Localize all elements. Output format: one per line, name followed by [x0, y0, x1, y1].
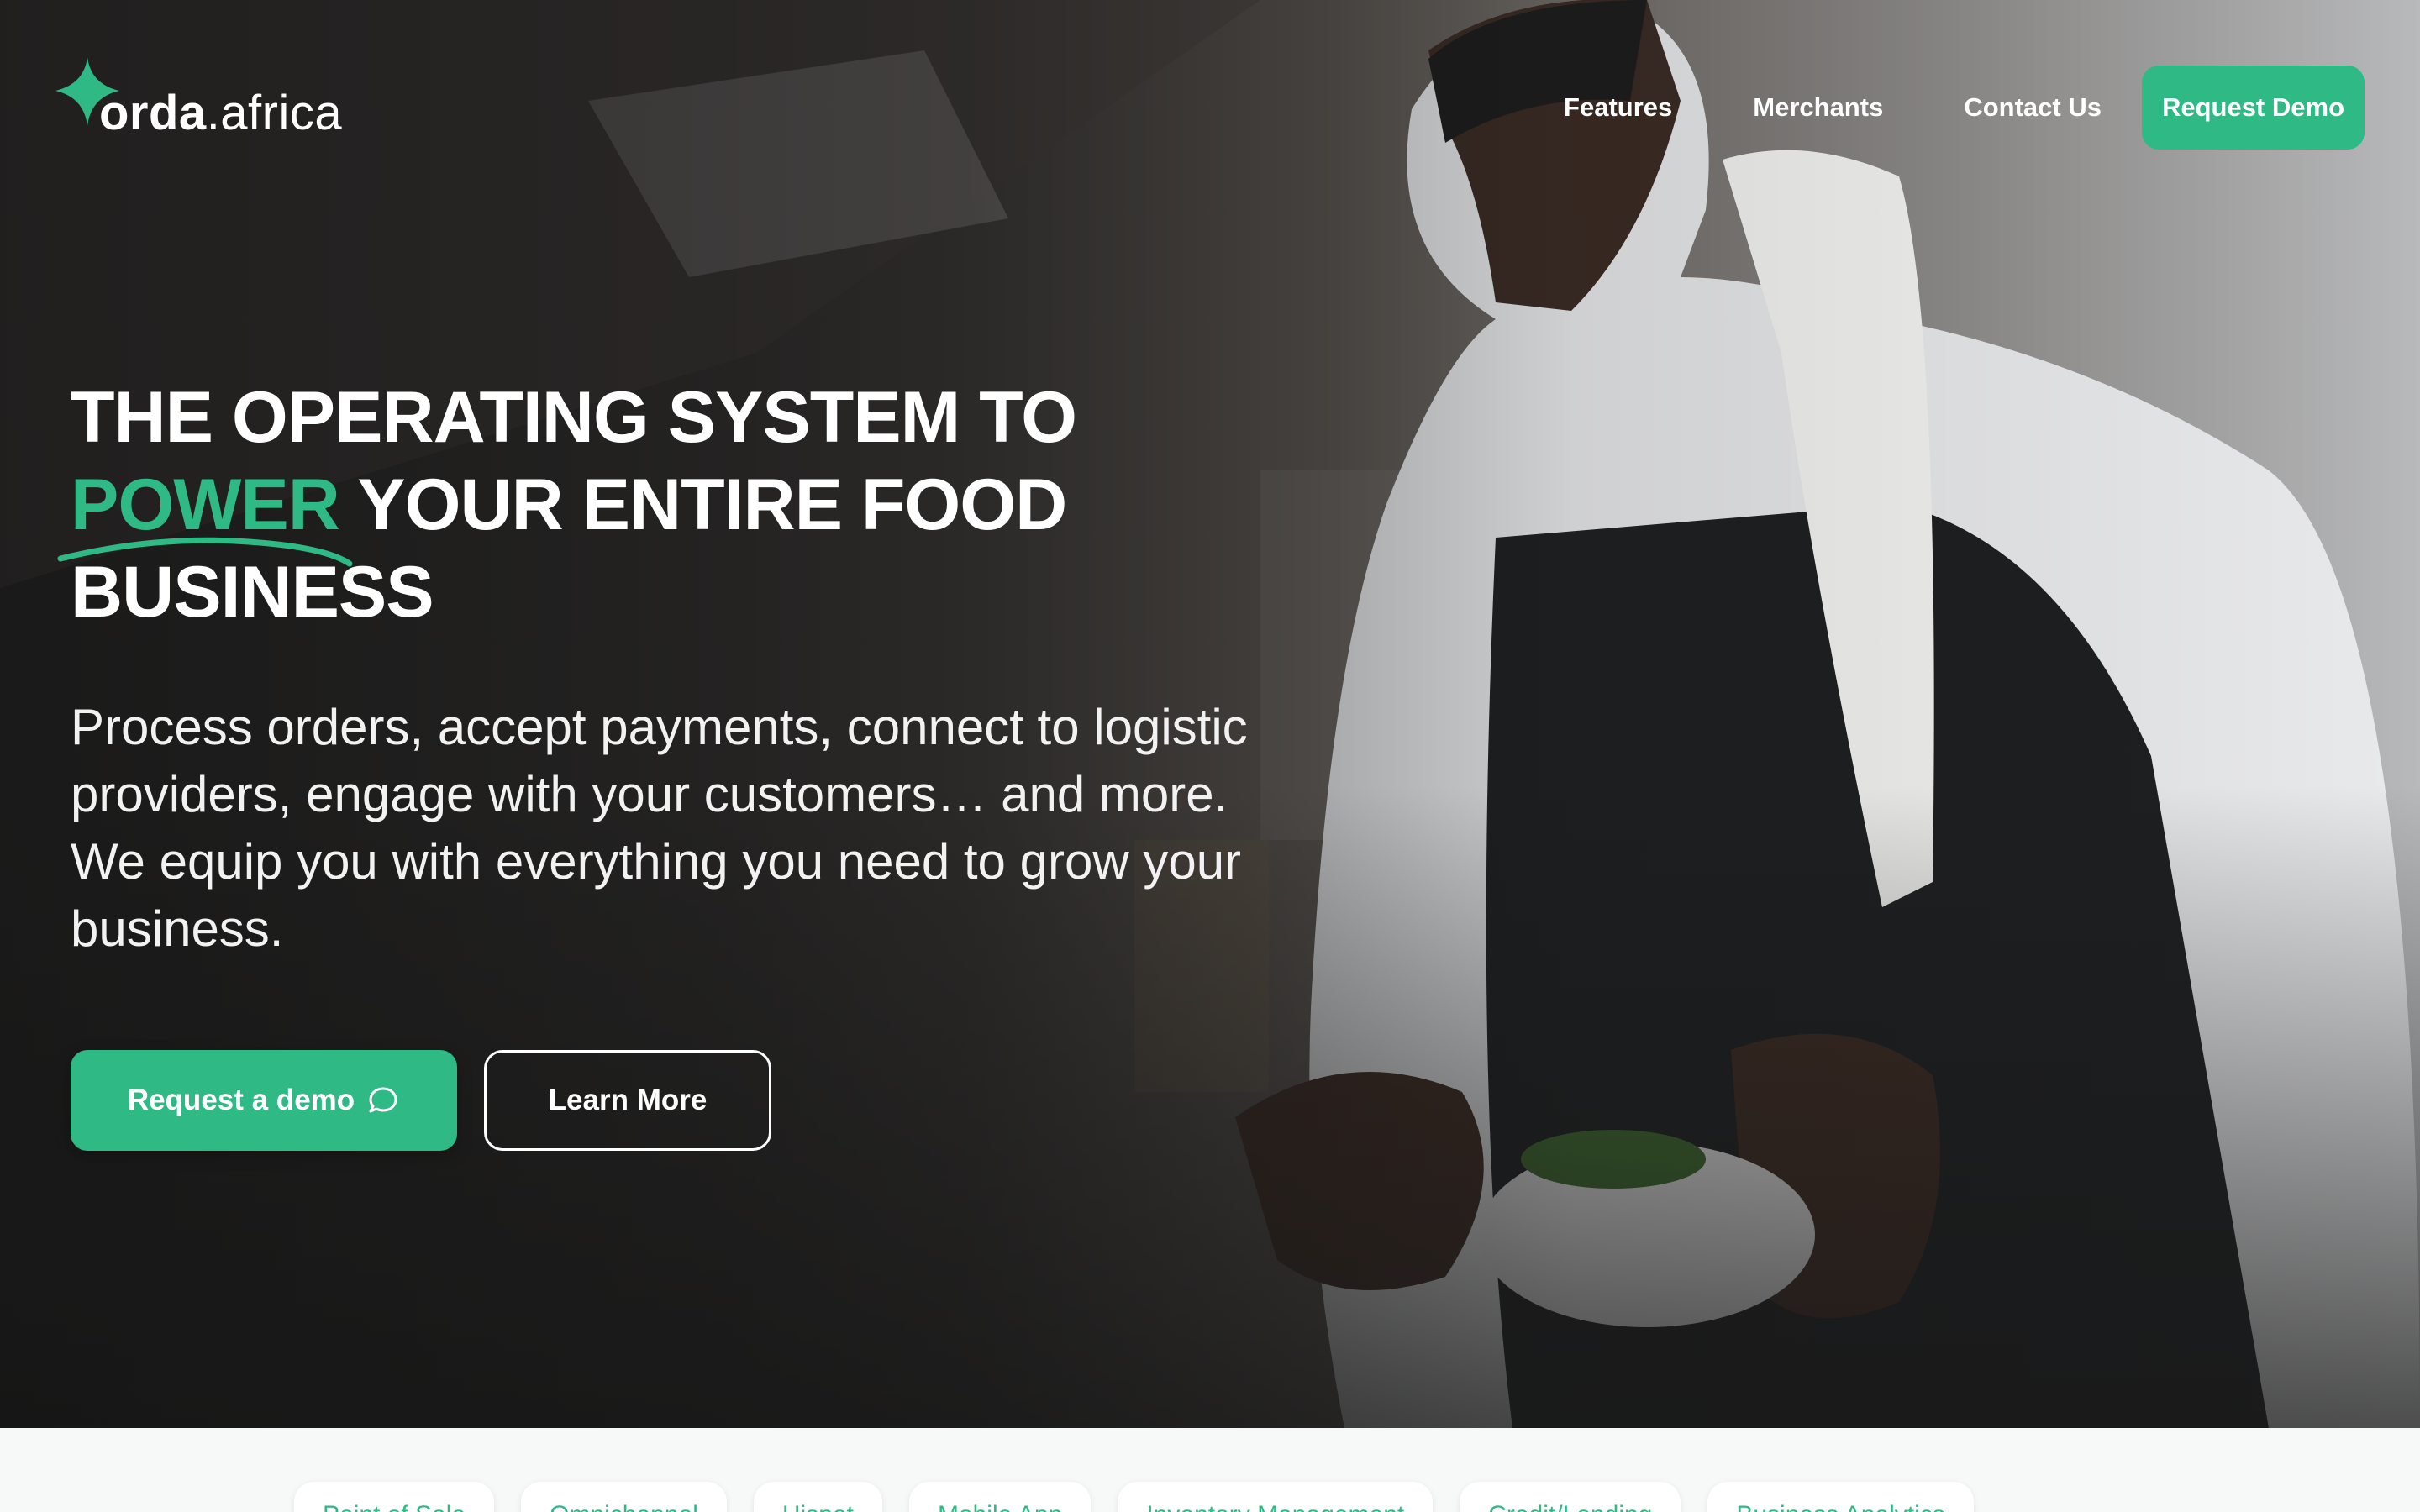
hero-headline: THE OPERATING SYSTEM TO POWER YOUR ENTIR… [57, 374, 1247, 636]
feature-tab[interactable]: Credit/Lending [1460, 1482, 1681, 1512]
request-a-demo-label: Request a demo [127, 1084, 355, 1116]
nav-link-contact-us[interactable]: Contact Us [1964, 92, 2102, 123]
hero-section: orda.africa Features Merchants Contact U… [0, 0, 2420, 1428]
brand-name-bold: orda [99, 86, 207, 140]
hero-description: Process orders, accept payments, connect… [71, 699, 1248, 957]
chat-bubble-icon [366, 1084, 400, 1117]
brand-logo[interactable]: orda.africa [54, 54, 342, 138]
headline-line-1: THE OPERATING SYSTEM TO [71, 377, 1077, 458]
headline-accent-word: POWER [57, 461, 353, 567]
feature-tab[interactable]: Inventory Management [1118, 1482, 1434, 1512]
feature-tabs-section: Point of Sale Omnichannel Hispot Mobile … [0, 1428, 2420, 1512]
feature-tab[interactable]: Point of Sale [294, 1482, 495, 1512]
feature-tab[interactable]: Hispot [753, 1482, 882, 1512]
nav-link-merchants[interactable]: Merchants [1753, 92, 1883, 123]
learn-more-button[interactable]: Learn More [484, 1050, 771, 1151]
top-navigation: Features Merchants Contact Us Request De… [1564, 66, 2365, 150]
feature-tab[interactable]: Omnichannel [521, 1482, 727, 1512]
headline-line-2-rest: YOUR ENTIRE FOOD [339, 465, 1067, 545]
feature-tab[interactable]: Mobile App [908, 1482, 1092, 1512]
nav-link-features[interactable]: Features [1564, 92, 1672, 123]
request-demo-button[interactable]: Request Demo [2141, 66, 2365, 150]
brand-wordmark: orda.africa [99, 89, 342, 138]
underline-squiggle-icon [57, 537, 353, 567]
request-a-demo-button[interactable]: Request a demo [71, 1050, 457, 1151]
feature-tab[interactable]: Business Analytics [1707, 1482, 1974, 1512]
feature-tabs: Point of Sale Omnichannel Hispot Mobile … [294, 1482, 2001, 1512]
brand-name-suffix: .africa [206, 86, 343, 140]
